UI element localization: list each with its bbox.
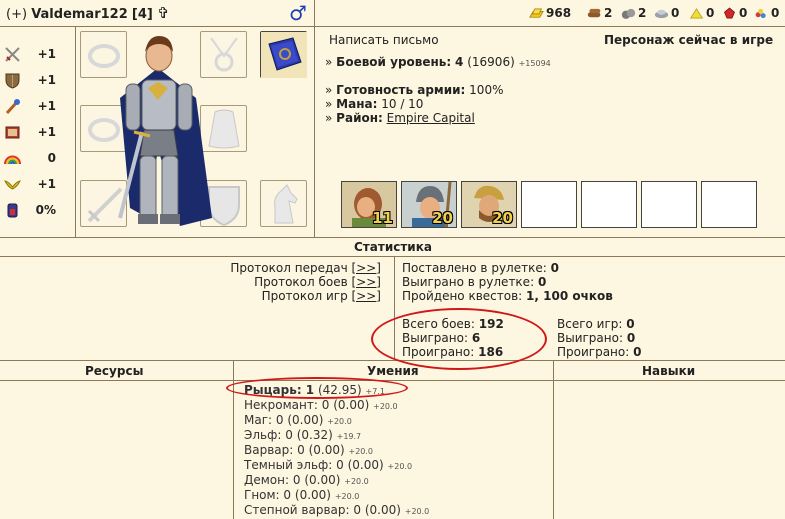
wood-icon <box>587 8 601 17</box>
battle-log: Протокол боев [>>] <box>254 275 381 289</box>
divider <box>0 380 785 381</box>
divider <box>0 26 785 27</box>
army-slot-3[interactable]: 20 <box>461 181 517 228</box>
crystal-icon <box>723 7 736 18</box>
skill-demon: Демон: 0 (0.00) +20.0 <box>244 473 369 487</box>
games-won: Выиграно: 0 <box>557 331 636 345</box>
games-total: Всего игр: 0 <box>557 317 635 331</box>
game-log-link[interactable]: [>>] <box>352 289 381 303</box>
skill-dark-elf: Темный эльф: 0 (0.00) +20.0 <box>244 458 413 472</box>
army-readiness: » Готовность армии: 100% <box>325 83 504 97</box>
stat-initiative: 0% <box>0 200 70 222</box>
spellpower-icon <box>5 99 20 115</box>
skill-mage: Маг: 0 (0.00) +20.0 <box>244 413 352 427</box>
divider <box>0 237 785 238</box>
district: » Район: Empire Capital <box>325 111 475 125</box>
skill-barbarian: Варвар: 0 (0.00) +20.0 <box>244 443 374 457</box>
hero-knight-figure <box>118 36 212 226</box>
skill-steppe-barbarian: Степной варвар: 0 (0.00) +20.0 <box>244 503 430 517</box>
divider <box>314 0 315 237</box>
sulfur-icon <box>689 7 704 18</box>
stat-spellpower: +1 <box>0 96 70 118</box>
knowledge-icon <box>5 126 20 139</box>
mana: » Мана: 10 / 10 <box>325 97 424 111</box>
mercury-icon <box>654 9 669 18</box>
cross-icon: ✞ <box>156 4 170 22</box>
army-slot-2[interactable]: 20 <box>401 181 457 228</box>
clan-prefix[interactable]: (+) <box>6 7 27 22</box>
army-slot-7[interactable] <box>701 181 757 228</box>
quests-completed: Пройдено квестов: 1, 100 очков <box>402 289 613 303</box>
resource-mercury: 0 <box>654 5 679 21</box>
defense-icon <box>5 73 20 89</box>
army-slot-4[interactable] <box>521 181 577 228</box>
battle-log-link[interactable]: [>>] <box>352 275 381 289</box>
player-level: [4] <box>131 7 153 22</box>
talents-header: Навыки <box>642 364 696 378</box>
skill-elf: Эльф: 0 (0.32) +19.7 <box>244 428 362 442</box>
resource-crystal: 0 <box>722 5 747 21</box>
resource-gems: 0 <box>754 5 779 21</box>
gems-icon <box>755 8 766 18</box>
highlight-ellipse <box>226 377 408 399</box>
attack-icon <box>5 47 20 62</box>
army-slot-5[interactable] <box>581 181 637 228</box>
game-log: Протокол игр [>>] <box>261 289 381 303</box>
stat-attack: +1 <box>0 44 70 66</box>
skill-dwarf: Гном: 0 (0.00) +20.0 <box>244 488 360 502</box>
stat-luck: 0 <box>0 148 70 170</box>
games-lost: Проиграно: 0 <box>557 345 642 359</box>
highlight-ellipse <box>371 308 547 370</box>
luck-icon <box>4 155 21 165</box>
stat-morale: +1 <box>0 174 70 196</box>
resource-ore: 2 <box>621 5 646 21</box>
district-link[interactable]: Empire Capital <box>387 111 475 125</box>
divider <box>553 360 554 519</box>
divider <box>0 360 785 361</box>
initiative-icon <box>7 203 18 218</box>
spellbook-icon <box>261 32 307 78</box>
horse-icon <box>274 184 298 224</box>
male-icon: ♂ <box>289 1 307 25</box>
roulette-bet: Поставлено в рулетке: 0 <box>402 261 559 275</box>
player-name[interactable]: Valdemar122 <box>31 7 128 22</box>
statistics-title: Статистика <box>354 240 432 254</box>
player-title: (+) Valdemar122 [4] ✞ <box>6 4 170 22</box>
stat-defense: +1 <box>0 70 70 92</box>
skill-necromancer: Некромант: 0 (0.00) +20.0 <box>244 398 398 412</box>
resources-header: Ресурсы <box>85 364 144 378</box>
write-letter-link[interactable]: Написать письмо <box>329 33 439 47</box>
resource-gold: 968 <box>529 5 571 21</box>
army-slot-6[interactable] <box>641 181 697 228</box>
top-bar: (+) Valdemar122 [4] ✞ ♂ 968 2 2 0 0 0 0 <box>0 0 785 26</box>
mount-slot[interactable] <box>260 180 307 227</box>
divider <box>75 26 76 237</box>
stat-knowledge: +1 <box>0 122 70 144</box>
morale-icon <box>4 180 21 190</box>
ore-icon <box>621 8 636 19</box>
army-slot-1[interactable]: 11 <box>341 181 397 228</box>
online-status: Персонаж сейчас в игре <box>604 33 774 47</box>
combat-level: » Боевой уровень: 4 (16906) +15094 <box>325 55 551 69</box>
spellbook-slot[interactable] <box>260 31 307 78</box>
skills-header: Умения <box>367 364 419 378</box>
transfer-log: Протокол передач [>>] <box>230 261 381 275</box>
resource-wood: 2 <box>587 5 612 21</box>
resource-sulfur: 0 <box>689 5 714 21</box>
transfer-log-link[interactable]: [>>] <box>352 261 381 275</box>
gold-icon <box>529 8 544 18</box>
roulette-won: Выиграно в рулетке: 0 <box>402 275 547 289</box>
divider <box>0 256 785 257</box>
